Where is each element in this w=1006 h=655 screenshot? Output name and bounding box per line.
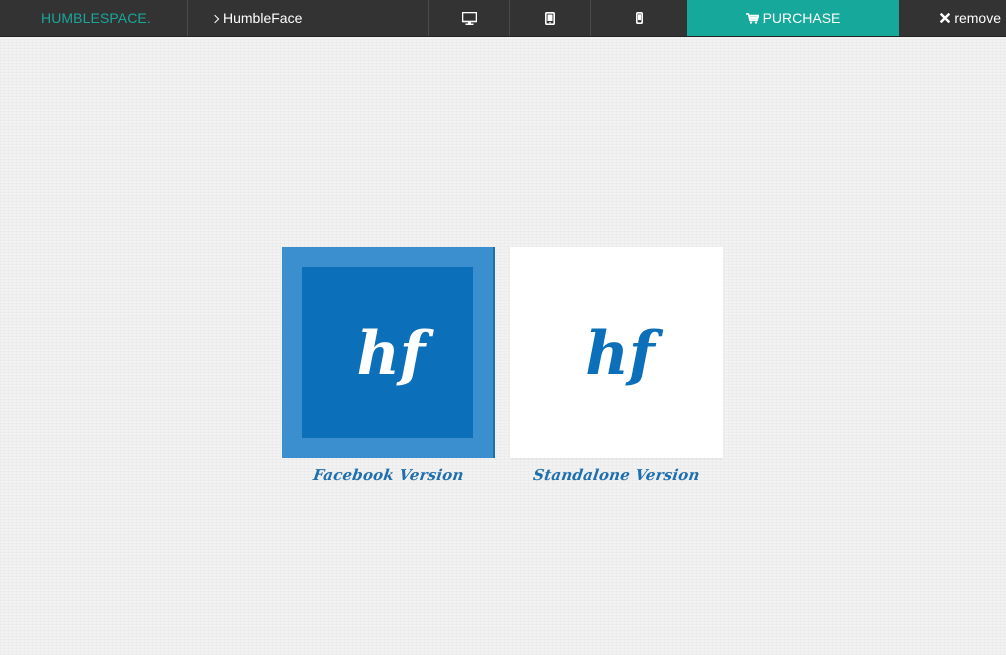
product-name: HumbleFace — [223, 10, 303, 26]
cart-icon — [745, 12, 759, 24]
chevron-right-icon — [210, 14, 220, 23]
purchase-button[interactable]: PURCHASE — [687, 0, 899, 36]
facebook-version-caption[interactable]: Facebook Version — [281, 466, 497, 484]
standalone-version-caption[interactable]: Standalone Version — [509, 466, 725, 484]
humbleface-logo: hf — [357, 319, 435, 389]
tablet-view-button[interactable] — [510, 0, 591, 36]
logo-text: hf — [585, 319, 664, 389]
logo-text: hf — [357, 319, 435, 389]
close-icon — [940, 13, 951, 23]
top-navigation-bar: HUMBLESPACE. HumbleFace PURCHASE remove — [0, 0, 1006, 37]
humbleface-logo: hf — [585, 319, 664, 389]
tablet-icon — [545, 11, 555, 25]
brand-link[interactable]: HUMBLESPACE. — [0, 0, 188, 36]
remove-frame-button[interactable]: remove — [899, 0, 1006, 36]
standalone-version-tile[interactable]: hf — [510, 247, 723, 458]
desktop-icon — [461, 11, 477, 25]
mobile-icon — [635, 12, 643, 24]
mobile-view-button[interactable] — [591, 0, 687, 36]
remove-label: remove — [954, 10, 1001, 26]
purchase-label: PURCHASE — [762, 10, 841, 26]
product-breadcrumb[interactable]: HumbleFace — [188, 0, 429, 36]
desktop-view-button[interactable] — [429, 0, 510, 36]
facebook-version-tile[interactable]: hf — [282, 247, 495, 458]
